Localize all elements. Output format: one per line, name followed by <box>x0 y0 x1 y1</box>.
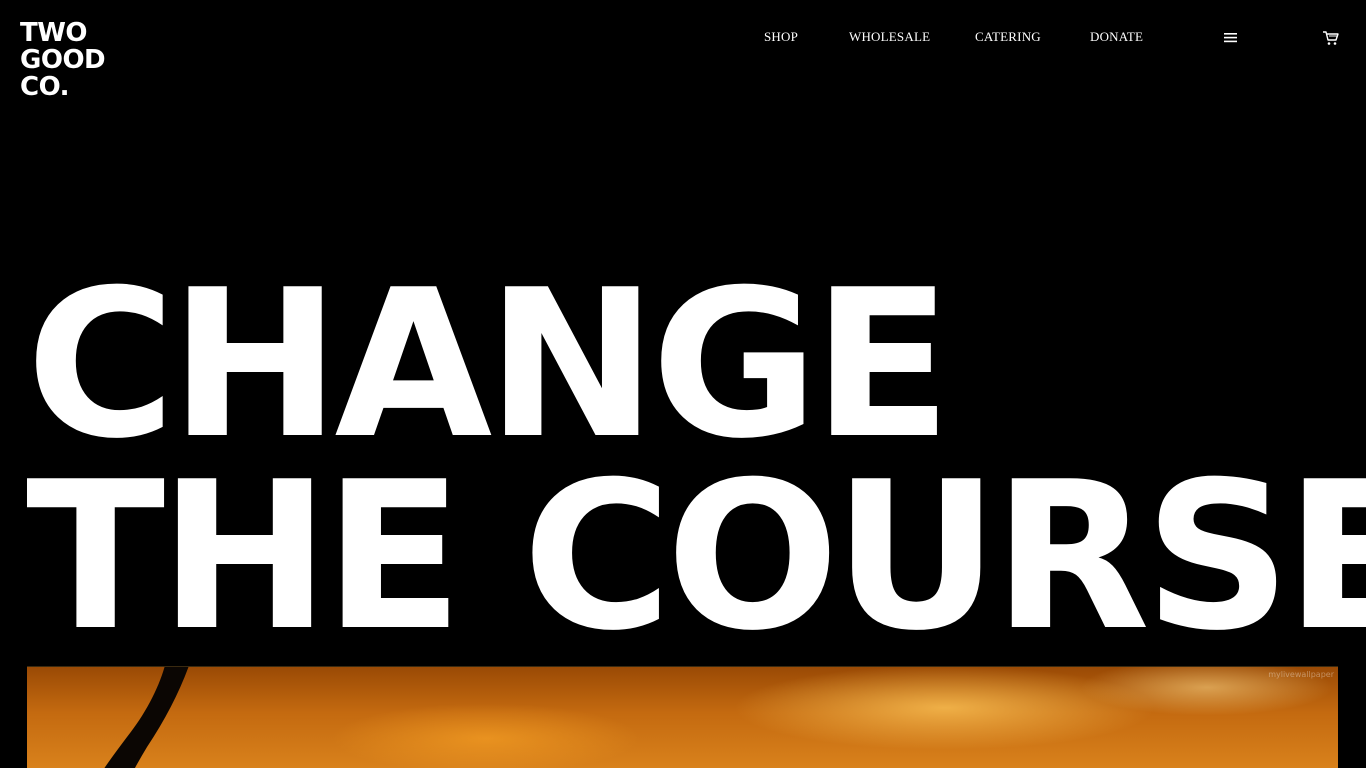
hero-heading-line-1: CHANGE <box>26 247 952 484</box>
brand-logo[interactable]: TWO GOOD CO. <box>20 20 140 104</box>
logo-line-3: CO. <box>20 72 70 102</box>
nav-link-catering[interactable]: CATERING <box>975 29 1041 45</box>
logo-line-1: TWO <box>20 18 88 48</box>
nav-link-shop[interactable]: SHOP <box>764 29 798 45</box>
palm-tree-silhouette <box>104 667 189 768</box>
hero-heading: CHANGE THE COURSE <box>26 247 1366 676</box>
shopping-cart-icon[interactable] <box>1322 29 1340 47</box>
nav-link-wholesale[interactable]: WHOLESALE <box>849 29 930 45</box>
logo-line-2: GOOD <box>20 45 106 75</box>
hamburger-menu-icon[interactable] <box>1222 29 1240 47</box>
hero-sunset-image: mylivewallpaper <box>27 666 1338 768</box>
nav-link-donate[interactable]: DONATE <box>1090 29 1143 45</box>
hero-heading-line-2: THE COURSE <box>26 439 1366 676</box>
image-watermark: mylivewallpaper <box>1268 670 1334 679</box>
